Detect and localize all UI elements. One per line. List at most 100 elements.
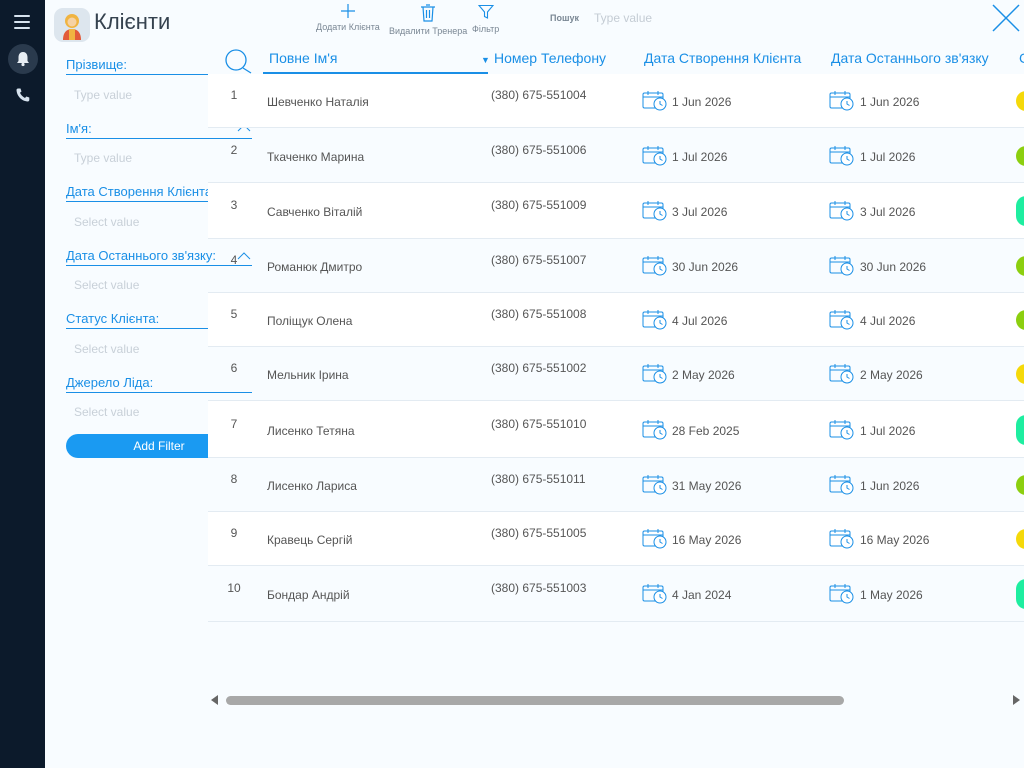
filter-status-select[interactable]: Select value — [74, 342, 139, 356]
calendar-clock-icon — [829, 527, 855, 554]
row-index: 1 — [230, 88, 238, 102]
calendar-clock-icon — [642, 89, 668, 116]
notifications-button[interactable] — [8, 44, 38, 74]
client-name[interactable]: Лисенко Лариса — [267, 479, 357, 493]
last-contact-date: 3 Jul 2026 — [860, 205, 916, 219]
search-label: Пошук — [550, 13, 579, 23]
add-client-button[interactable]: Додати Клієнта — [316, 4, 380, 32]
filter-icon — [477, 4, 494, 19]
client-phone: (380) 675-551007 — [491, 253, 587, 267]
last-contact-date: 30 Jun 2026 — [860, 260, 927, 274]
calendar-clock-icon — [829, 308, 855, 335]
client-phone: (380) 675-551002 — [491, 361, 587, 375]
status-badge — [1016, 414, 1024, 445]
filter-label: Фільтр — [472, 24, 500, 34]
calendar-clock-icon — [829, 144, 855, 171]
row-index: 2 — [230, 142, 238, 157]
calendar-clock-icon — [829, 473, 855, 500]
row-index: 6 — [230, 361, 238, 375]
calendar-clock-icon — [642, 199, 668, 226]
avatar-icon — [63, 14, 81, 40]
created-date: 3 Jul 2026 — [672, 205, 728, 219]
column-header-fullname[interactable]: Повне Ім'я — [269, 50, 337, 66]
calendar-clock-icon — [642, 308, 668, 335]
client-name[interactable]: Мельник Ірина — [267, 368, 349, 382]
calendar-clock-icon — [642, 418, 668, 445]
scroll-right-arrow[interactable] — [1013, 695, 1020, 705]
client-name[interactable]: Шевченко Наталія — [267, 95, 369, 109]
filter-created-select[interactable]: Select value — [74, 215, 139, 229]
column-header-created[interactable]: Дата Створення Клієнта — [644, 50, 801, 66]
column-header-phone[interactable]: Номер Телефону — [494, 50, 606, 66]
last-contact-date: 1 Jul 2026 — [860, 423, 916, 438]
row-index: 10 — [227, 581, 241, 595]
bell-icon — [17, 52, 29, 67]
calendar-clock-icon — [829, 582, 855, 609]
last-contact-date: 16 May 2026 — [860, 533, 930, 547]
client-phone: (380) 675-551006 — [491, 142, 587, 157]
last-contact-date: 2 May 2026 — [860, 368, 923, 382]
filter-surname-input[interactable]: Type value — [74, 88, 132, 102]
scroll-left-arrow[interactable] — [211, 695, 218, 705]
created-date: 4 Jan 2024 — [672, 588, 732, 602]
created-date: 2 May 2026 — [672, 368, 735, 382]
client-name[interactable]: Ткаченко Марина — [267, 150, 364, 164]
calendar-clock-icon — [642, 144, 668, 171]
client-phone: (380) 675-551010 — [491, 416, 587, 431]
close-icon[interactable] — [992, 4, 1020, 32]
calendar-clock-icon — [829, 418, 855, 445]
horizontal-scrollbar-thumb[interactable] — [226, 696, 844, 705]
left-rail — [0, 0, 45, 768]
calendar-clock-icon — [829, 199, 855, 226]
last-contact-date: 1 Jun 2026 — [860, 479, 920, 493]
delete-trainer-label: Видалити Тренера — [389, 26, 468, 36]
calendar-clock-icon — [642, 473, 668, 500]
app-logo — [54, 8, 90, 42]
created-date: 16 May 2026 — [672, 533, 742, 547]
sort-desc-icon[interactable]: ▼ — [481, 55, 490, 65]
calendar-clock-icon — [642, 362, 668, 389]
row-index: 3 — [230, 198, 238, 212]
client-phone: (380) 675-551003 — [491, 581, 587, 595]
row-index: 4 — [230, 253, 238, 267]
calendar-clock-icon — [642, 254, 668, 281]
client-phone: (380) 675-551009 — [491, 198, 587, 212]
add-client-label: Додати Клієнта — [316, 22, 380, 32]
calendar-clock-icon — [829, 362, 855, 389]
row-index: 9 — [230, 526, 238, 540]
client-name[interactable]: Бондар Андрій — [267, 588, 350, 602]
created-date: 1 Jul 2026 — [672, 149, 728, 164]
client-name[interactable]: Лисенко Тетяна — [267, 424, 355, 438]
row-index: 7 — [230, 416, 238, 431]
search-input[interactable] — [594, 8, 794, 28]
client-phone: (380) 675-551004 — [491, 88, 587, 102]
status-badge — [1016, 579, 1024, 609]
client-phone: (380) 675-551008 — [491, 307, 587, 321]
column-header-status[interactable]: С — [1019, 50, 1024, 66]
client-name[interactable]: Кравець Сергій — [267, 533, 352, 547]
add-icon — [340, 4, 355, 18]
filter-lastcontact-select[interactable]: Select value — [74, 278, 139, 292]
delete-trainer-button[interactable]: Видалити Тренера — [389, 4, 467, 36]
created-date: 31 May 2026 — [672, 479, 742, 493]
client-name[interactable]: Савченко Віталій — [267, 205, 362, 219]
last-contact-date: 1 May 2026 — [860, 588, 923, 602]
client-name[interactable]: Поліщук Олена — [267, 314, 352, 328]
row-index: 8 — [230, 472, 238, 486]
trash-icon — [421, 4, 436, 22]
menu-icon[interactable] — [14, 15, 30, 29]
page-title: Клієнти — [94, 9, 171, 34]
client-name[interactable]: Романюк Дмитро — [267, 260, 362, 274]
column-header-lastcontact[interactable]: Дата Останнього зв'язку — [831, 50, 989, 66]
created-date: 30 Jun 2026 — [672, 260, 739, 274]
created-date: 28 Feb 2025 — [672, 423, 740, 438]
filter-leadsource-select[interactable]: Select value — [74, 405, 139, 419]
last-contact-date: 1 Jul 2026 — [860, 149, 916, 164]
phone-icon[interactable] — [15, 87, 31, 103]
status-badge — [1016, 196, 1024, 226]
calendar-clock-icon — [829, 89, 855, 116]
client-phone: (380) 675-551011 — [491, 472, 586, 486]
filter-firstname-input[interactable]: Type value — [74, 151, 132, 165]
calendar-clock-icon — [642, 527, 668, 554]
filter-button[interactable]: Фільтр — [472, 4, 499, 34]
